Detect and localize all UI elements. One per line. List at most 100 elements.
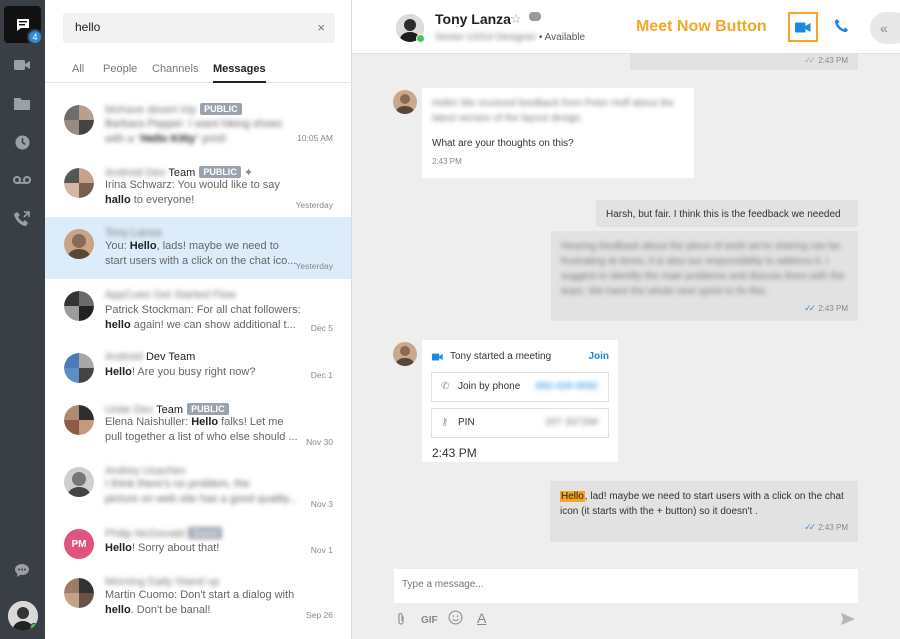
phone-forward-icon[interactable] xyxy=(12,209,32,229)
list-item-selected[interactable]: Tony Lanza You: Hello, lads! maybe we ne… xyxy=(45,217,351,279)
video-icon[interactable] xyxy=(12,55,32,75)
clear-search-icon[interactable]: × xyxy=(317,20,325,35)
phone-icon: ✆ xyxy=(441,381,450,392)
group-avatar xyxy=(64,291,94,321)
conversation-title: Philip McDonald xyxy=(105,528,185,540)
conversation-date: Nov 30 xyxy=(306,437,333,447)
message-bubble-mine: ✓✓ 2:43 PM xyxy=(630,54,858,70)
public-tag: PUBLIC xyxy=(187,403,229,415)
preview-line: hello again! we can show additional t... xyxy=(105,319,296,331)
conversation-title: Tony Lanza xyxy=(105,227,162,239)
star-icon[interactable]: ☆ xyxy=(510,11,522,27)
message-text: Harsh, but fair. I think this is the fee… xyxy=(606,209,841,220)
preview-line: Elena Naishuller: Hello falks! Let me xyxy=(105,416,284,428)
folder-icon[interactable] xyxy=(12,93,32,113)
search-box[interactable]: × xyxy=(63,13,335,43)
clock-icon[interactable] xyxy=(12,132,32,152)
message-time: 2:43 PM xyxy=(432,157,462,166)
emoji-icon[interactable] xyxy=(448,610,463,628)
preview-line: picture on web site has a good quality..… xyxy=(105,493,298,505)
meeting-text: Tony started a meeting xyxy=(450,351,552,362)
message-bubble-mine: Hearing feedback about the piece of work… xyxy=(551,231,858,321)
chat-header: Tony Lanza ☆ Senior UX/UI Designer • Ava… xyxy=(352,0,900,54)
list-item[interactable]: Android Dev Team PUBLIC ✦ Irina Schwarz: … xyxy=(45,156,351,218)
unread-badge: 4 xyxy=(27,29,43,45)
list-item[interactable]: Andrey Usachev I think there's no proble… xyxy=(45,455,351,517)
contact-name: Tony Lanza xyxy=(435,11,511,27)
left-rail: 4 xyxy=(0,0,45,639)
conversation-date: 10:05 AM xyxy=(297,133,333,143)
voicemail-icon[interactable] xyxy=(12,170,32,190)
app-logo[interactable]: 4 xyxy=(4,6,43,45)
conversation-date: Dec 5 xyxy=(310,323,333,333)
chat-panel: Tony Lanza ☆ Senior UX/UI Designer • Ava… xyxy=(352,0,900,639)
conversation-list-panel: × All People Channels Messages Mohave de… xyxy=(45,0,352,639)
join-meeting-link[interactable]: Join xyxy=(588,351,609,362)
conversation-title: AppCues Get Started Flow xyxy=(105,289,236,301)
read-ticks-icon: ✓✓ xyxy=(804,522,816,532)
preview-line: You: Hello, lads! maybe we need to xyxy=(105,240,279,252)
tab-all[interactable]: All xyxy=(72,63,84,75)
preview-line: with a "Hello Kitty" print! xyxy=(105,133,227,145)
list-item[interactable]: Mohave desert trip PUBLIC Barbara Pepper:… xyxy=(45,93,351,155)
sender-avatar xyxy=(393,90,417,114)
group-avatar xyxy=(64,168,94,198)
pin-icon: ✦ xyxy=(243,167,254,179)
tab-messages[interactable]: Messages xyxy=(213,63,266,83)
read-ticks-icon: ✓✓ xyxy=(804,303,816,313)
conversation-date: Nov 3 xyxy=(310,499,333,509)
attachment-icon[interactable] xyxy=(396,612,406,629)
message-bubble-mine: Harsh, but fair. I think this is the fee… xyxy=(596,200,858,227)
sender-avatar xyxy=(393,342,417,366)
message-text: Hello, lad! maybe we need to start users… xyxy=(560,491,844,517)
text-format-button[interactable]: A xyxy=(477,610,486,626)
list-item[interactable]: Morning Daily Stand up Martin Cuomo: Don… xyxy=(45,566,351,628)
search-highlight: Hello xyxy=(560,491,585,502)
guest-tag: Guest xyxy=(188,527,222,539)
preview-line: Martin Cuomo: Don't start a dialog with xyxy=(105,589,295,601)
message-text: Hello! We received feedback from Peter H… xyxy=(432,98,674,124)
chat-bubble-icon[interactable] xyxy=(12,560,32,580)
tab-people[interactable]: People xyxy=(103,63,137,75)
group-avatar xyxy=(64,578,94,608)
preview-line: Irina Schwarz: You would like to say xyxy=(105,179,280,191)
tab-channels[interactable]: Channels xyxy=(152,63,198,75)
gif-button[interactable]: GIF xyxy=(421,615,438,626)
list-item[interactable]: Unite Dev Team PUBLIC Elena Naishuller: H… xyxy=(45,393,351,455)
join-by-phone-label: Join by phone xyxy=(458,381,521,392)
read-ticks-icon: ✓✓ xyxy=(804,55,816,65)
message-input[interactable] xyxy=(402,579,842,590)
pin-label: PIN xyxy=(458,417,475,428)
collapse-panel-button[interactable]: « xyxy=(870,12,900,44)
phone-number: 650-426-0092 xyxy=(535,381,598,392)
search-input[interactable] xyxy=(75,20,295,34)
join-by-phone-row[interactable]: ✆ Join by phone 650-426-0092 xyxy=(431,372,609,402)
message-composer[interactable] xyxy=(394,569,858,603)
preview-line: I think there's no problem, the xyxy=(105,478,250,490)
preview-line: start users with a click on the chat ico… xyxy=(105,255,297,267)
group-avatar xyxy=(64,353,94,383)
annotation-label: Meet Now Button xyxy=(636,18,767,35)
conversation-date: Yesterday xyxy=(295,261,334,271)
send-icon[interactable] xyxy=(841,613,855,628)
chat-logo-icon xyxy=(16,18,29,31)
list-item[interactable]: AppCues Get Started Flow Patrick Stockma… xyxy=(45,279,351,341)
message-text: Hearing feedback about the piece of work… xyxy=(561,241,845,297)
public-tag: PUBLIC xyxy=(199,166,241,178)
conversation-title: Mohave desert trip xyxy=(105,104,197,116)
double-chevron-left-icon: « xyxy=(880,20,888,36)
my-avatar[interactable] xyxy=(8,601,38,631)
message-time: 2:43 PM xyxy=(432,446,477,460)
comment-icon[interactable] xyxy=(529,12,541,21)
preview-line: Patrick Stockman: For all chat followers… xyxy=(105,304,301,316)
group-avatar xyxy=(64,405,94,435)
call-button[interactable] xyxy=(834,18,852,36)
group-avatar xyxy=(64,105,94,135)
pin-row: ⚷ PIN 207 33728# xyxy=(431,408,609,438)
avatar xyxy=(64,229,94,259)
preview-line: Barbara Pepper: I want hiking shoes xyxy=(105,118,283,130)
meet-now-button[interactable] xyxy=(788,12,818,42)
message-text: What are your thoughts on this? xyxy=(432,138,574,149)
avatar xyxy=(64,467,94,497)
preview-line: hello. Don't be banal! xyxy=(105,604,211,616)
